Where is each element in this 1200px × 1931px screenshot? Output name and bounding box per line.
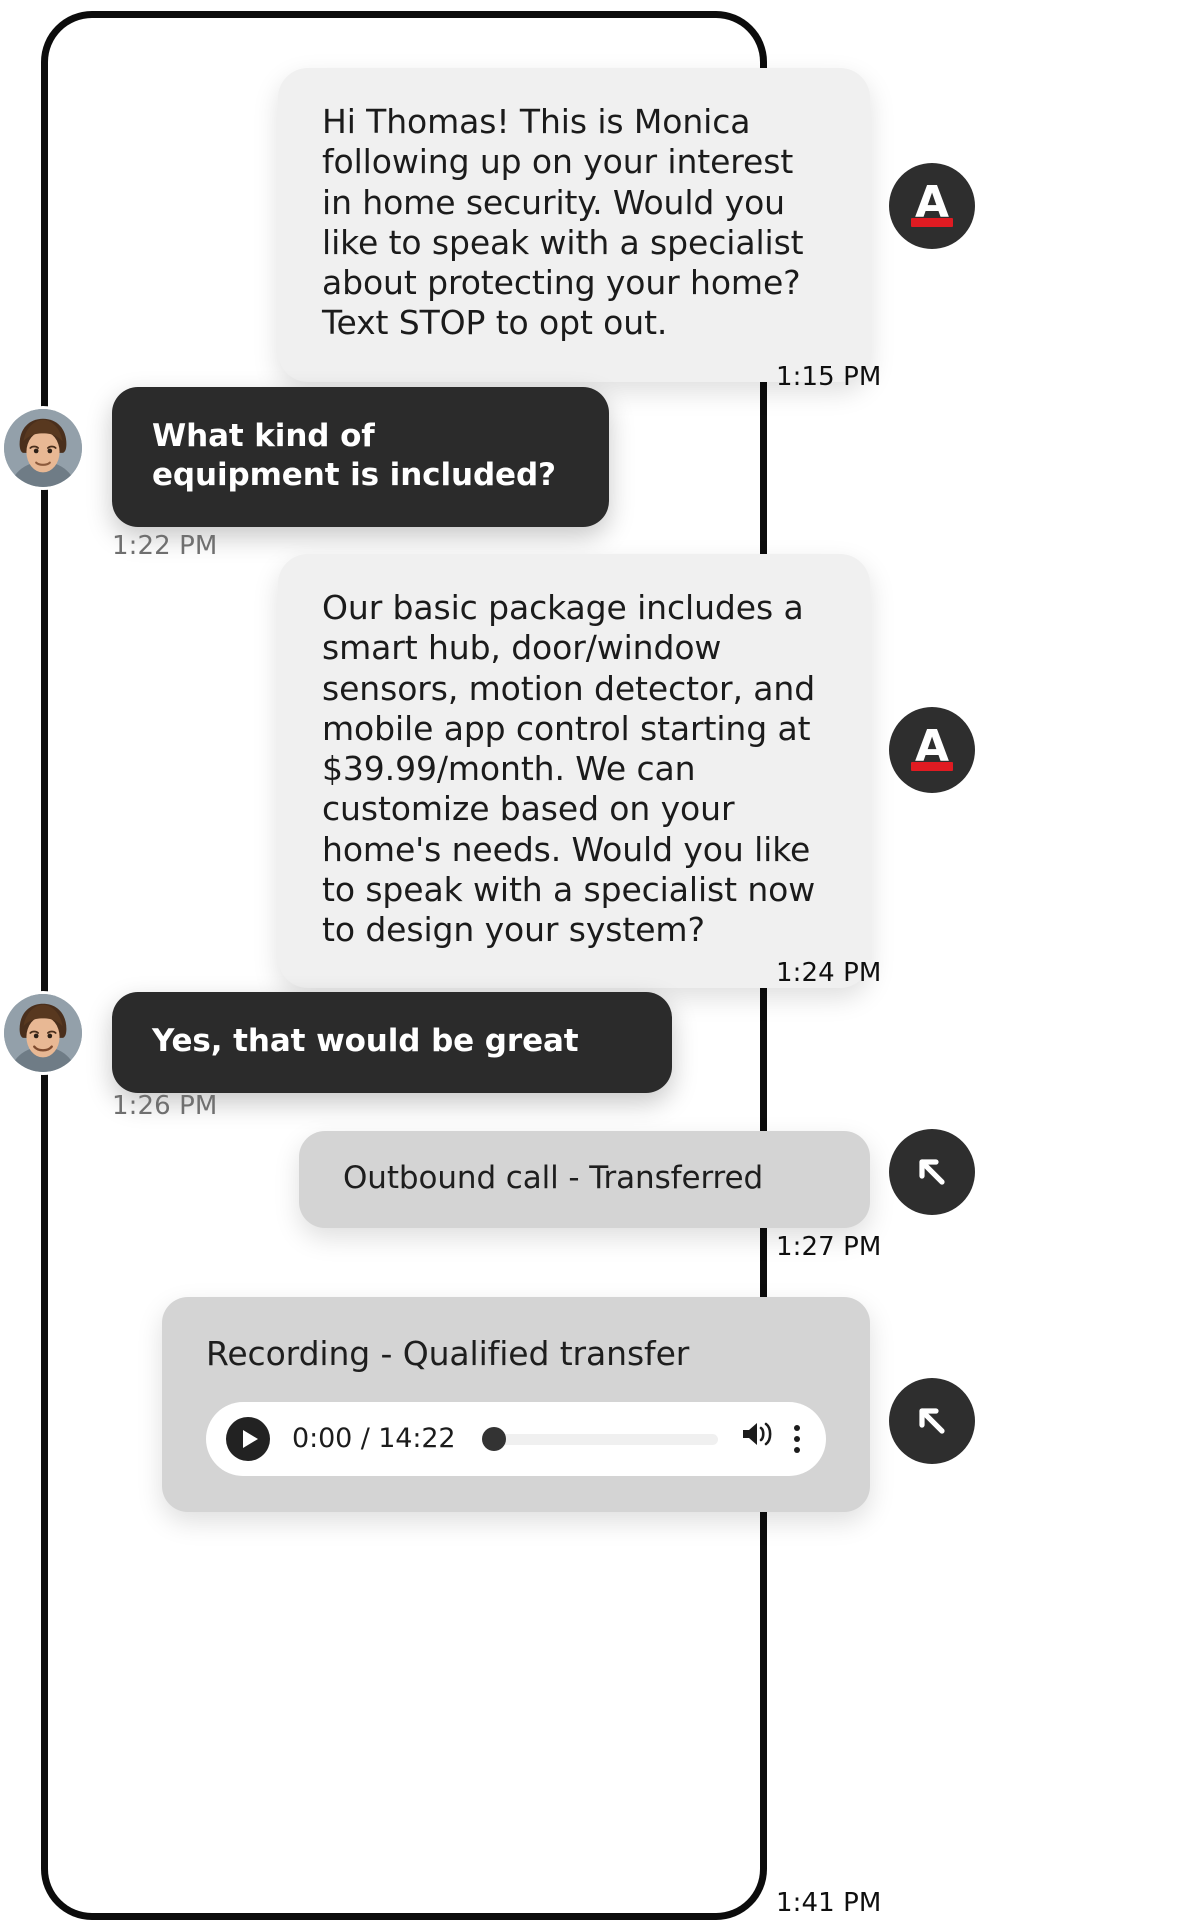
message-row-agent-1: Hi Thomas! This is Monica following up o… [278,68,870,382]
agent-message-bubble[interactable]: Hi Thomas! This is Monica following up o… [278,68,870,382]
customer-message-bubble[interactable]: What kind of equipment is included? [112,387,609,528]
kebab-dot [794,1436,800,1443]
message-list: Hi Thomas! This is Monica following up o… [0,0,1200,1931]
recording-label: Recording - Qualified transfer [206,1334,690,1373]
play-button[interactable] [226,1417,270,1462]
message-timestamp: 1:26 PM [112,1091,218,1121]
message-row-customer-1: What kind of equipment is included? [112,387,609,528]
message-row-agent-2: Our basic package includes a smart hub, … [278,554,870,989]
customer-avatar [4,409,82,487]
customer-avatar [4,994,82,1072]
audio-progress-knob[interactable] [481,1427,506,1452]
message-timestamp: 1:22 PM [112,531,218,561]
audio-more-options-icon[interactable] [794,1425,800,1454]
agent-message-bubble[interactable]: Our basic package includes a smart hub, … [278,554,870,989]
outbound-call-arrow-icon [889,1378,975,1464]
message-row-event-recording: Recording - Qualified transfer 0:00 / 14… [162,1297,870,1513]
call-event-bubble[interactable]: Outbound call - Transferred [299,1131,870,1228]
customer-message-bubble[interactable]: Yes, that would be great [112,992,672,1094]
badge-accent-bar [911,762,953,771]
volume-icon[interactable] [740,1419,776,1459]
kebab-dot [794,1425,800,1432]
outbound-call-arrow-icon [889,1129,975,1215]
audio-player[interactable]: 0:00 / 14:22 [206,1402,826,1477]
recording-event-bubble: Recording - Qualified transfer 0:00 / 14… [162,1297,870,1513]
audio-progress-slider[interactable] [481,1427,718,1452]
badge-accent-bar [911,218,953,227]
ads-a-logo-icon: A [889,707,975,793]
message-timestamp: 1:41 PM [776,1888,882,1918]
message-row-customer-2: Yes, that would be great [112,992,672,1094]
ads-a-logo-icon: A [889,163,975,249]
kebab-dot [794,1447,800,1454]
message-timestamp: 1:15 PM [776,362,882,392]
message-timestamp: 1:24 PM [776,958,882,988]
audio-time-display: 0:00 / 14:22 [292,1423,456,1455]
message-row-event-call: Outbound call - Transferred [299,1131,870,1228]
message-timestamp: 1:27 PM [776,1232,882,1262]
play-icon [243,1430,258,1449]
